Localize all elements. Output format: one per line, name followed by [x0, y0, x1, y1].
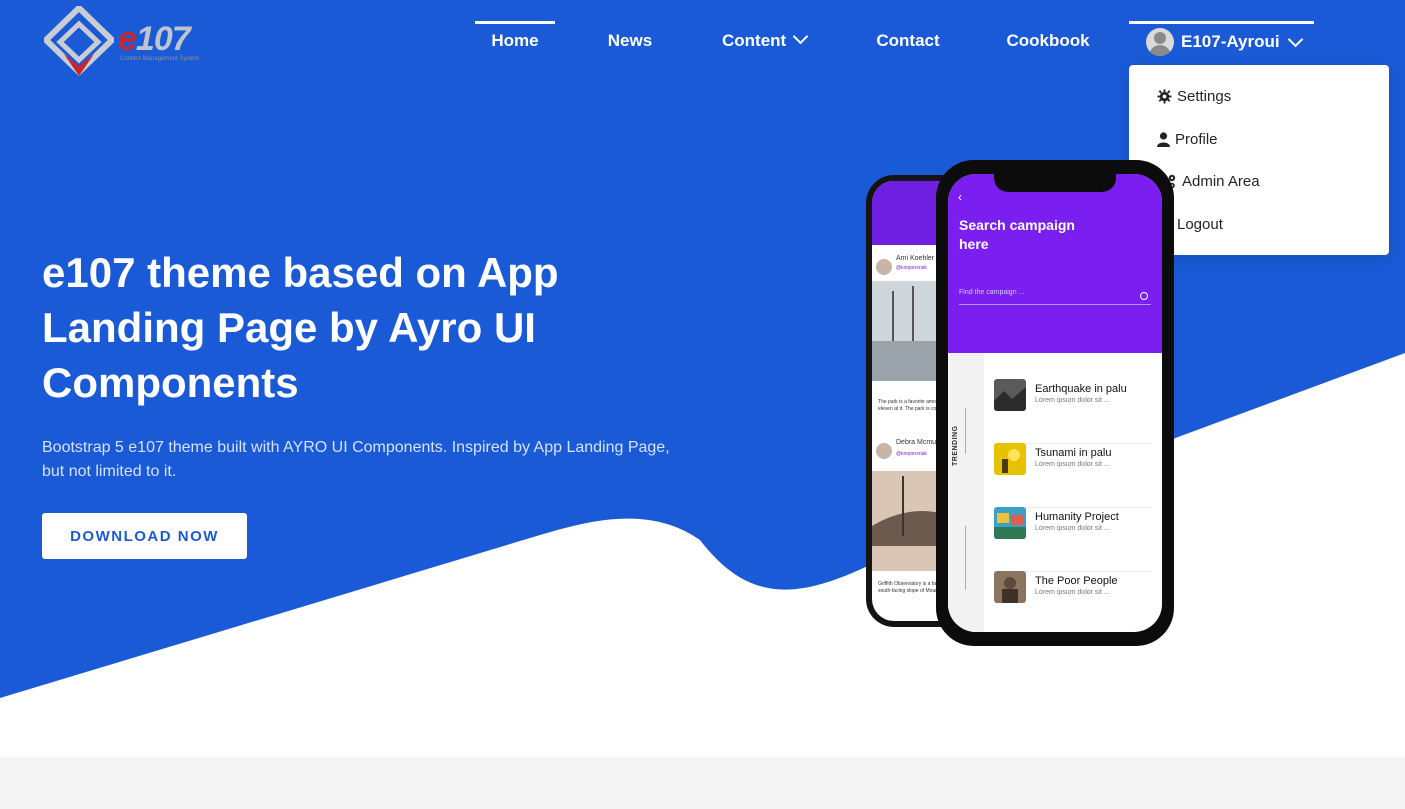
- list-item-subtitle: Lorem ipsum dolor sit ...: [1035, 589, 1110, 596]
- list-item-subtitle: Lorem ipsum dolor sit ...: [1035, 525, 1110, 532]
- phone-sidebar: [948, 353, 984, 632]
- user-icon: [1157, 131, 1170, 147]
- list-item-thumbnail: [994, 379, 1026, 411]
- next-section-band: [0, 757, 1405, 809]
- list-item: Earthquake in palu Lorem ipsum dolor sit…: [994, 379, 1152, 444]
- list-item: Tsunami in palu Lorem ipsum dolor sit ..…: [994, 443, 1152, 508]
- trending-label: TRENDING: [952, 425, 959, 466]
- back-arrow-icon: ‹: [958, 190, 962, 204]
- user-menu-toggle[interactable]: E107-Ayroui: [1146, 26, 1303, 58]
- nav-active-indicator: [475, 21, 555, 24]
- gear-icon: [1157, 88, 1172, 104]
- avatar: [876, 259, 892, 275]
- phone-search-placeholder: Find the campaign ...: [959, 289, 1025, 296]
- menu-item-profile[interactable]: Profile: [1157, 128, 1218, 150]
- divider: [965, 526, 966, 590]
- hero-section: e107 Content Management System Home News…: [0, 0, 1405, 757]
- avatar: [1146, 28, 1174, 56]
- nav-item-home[interactable]: Home: [475, 31, 555, 55]
- list-item-thumbnail: [994, 571, 1026, 603]
- list-item-thumbnail: [994, 507, 1026, 539]
- menu-item-label: Admin Area: [1182, 172, 1260, 190]
- phone-search-title: Search campaign here: [959, 217, 1075, 252]
- list-item: Humanity Project Lorem ipsum dolor sit .…: [994, 507, 1152, 572]
- list-item-title: The Poor People: [1035, 575, 1118, 587]
- menu-item-label: Profile: [1175, 130, 1218, 148]
- phone-mockup-front: ‹ Search campaign here Find the campaign…: [936, 160, 1174, 646]
- post-handle: @koopersnak: [896, 265, 927, 271]
- list-item-subtitle: Lorem ipsum dolor sit ...: [1035, 397, 1110, 404]
- list-item-title: Humanity Project: [1035, 511, 1119, 523]
- phone-search-underline: [959, 304, 1151, 305]
- phone-front-header: [948, 174, 1162, 353]
- user-name: E107-Ayroui: [1181, 32, 1280, 51]
- phone-notch: [994, 174, 1116, 192]
- list-item-subtitle: Lorem ipsum dolor sit ...: [1035, 461, 1110, 468]
- list-item-title: Tsunami in palu: [1035, 447, 1112, 459]
- avatar: [876, 443, 892, 459]
- post-handle: @koopersnak: [896, 451, 927, 457]
- nav-item-contact[interactable]: Contact: [868, 31, 948, 55]
- menu-item-label: Logout: [1177, 215, 1223, 233]
- nav-item-content[interactable]: Content: [722, 28, 812, 55]
- user-menu-active-indicator: [1129, 21, 1314, 24]
- nav-item-content-label: Content: [722, 31, 787, 50]
- chevron-down-icon: [792, 28, 809, 45]
- chevron-down-icon: [1287, 31, 1303, 47]
- hero-description: Bootstrap 5 e107 theme built with AYRO U…: [42, 439, 670, 480]
- nav-item-cookbook[interactable]: Cookbook: [1002, 31, 1094, 55]
- nav-item-news[interactable]: News: [598, 31, 662, 55]
- menu-item-label: Settings: [1177, 87, 1232, 105]
- post-author: Ami Koehler: [896, 255, 935, 262]
- download-now-button[interactable]: DOWNLOAD NOW: [42, 513, 247, 559]
- phone-front-screen: ‹ Search campaign here Find the campaign…: [948, 174, 1162, 632]
- hero-title: e107 theme based on App Landing Page by …: [42, 249, 559, 406]
- list-item: The Poor People Lorem ipsum dolor sit ..…: [994, 571, 1152, 632]
- list-item-title: Earthquake in palu: [1035, 383, 1127, 395]
- list-item-thumbnail: [994, 443, 1026, 475]
- search-icon: [1140, 292, 1148, 300]
- divider: [965, 408, 966, 454]
- menu-item-settings[interactable]: Settings: [1157, 85, 1231, 107]
